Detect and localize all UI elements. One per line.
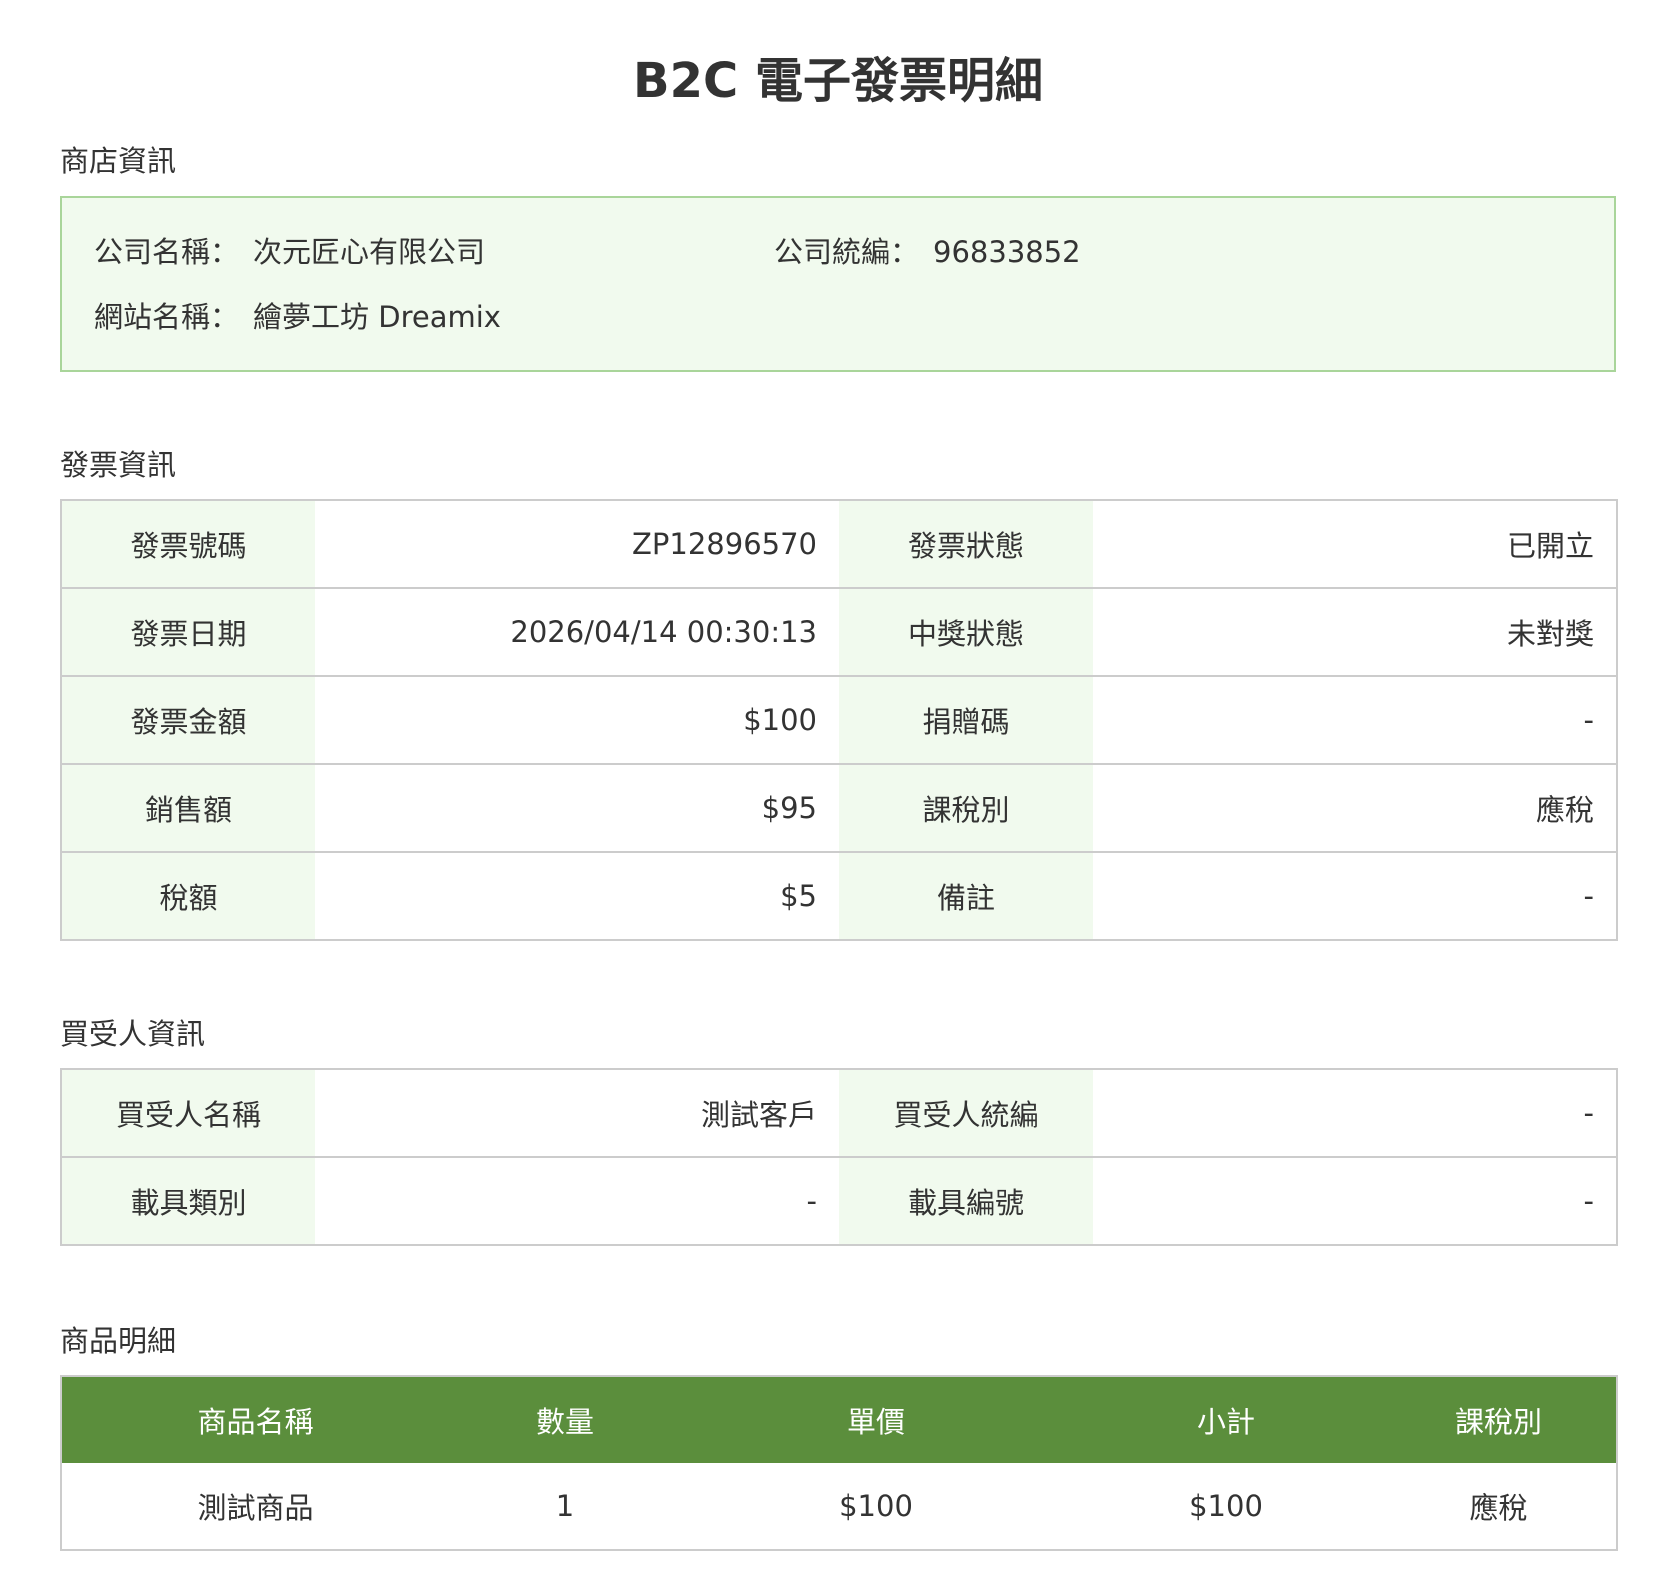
carrier-number-label: 載具編號 — [839, 1157, 1093, 1245]
table-row: 載具類別 - 載具編號 - — [61, 1157, 1617, 1245]
carrier-number-value: - — [1093, 1157, 1617, 1245]
site-name-value: 繪夢工坊 Dreamix — [253, 300, 501, 334]
invoice-number-value: ZP12896570 — [315, 500, 839, 589]
buyer-info-table: 買受人名稱 測試客戶 買受人統編 - 載具類別 - 載具編號 - — [60, 1068, 1618, 1246]
buyer-tax-id-value: - — [1093, 1069, 1617, 1158]
store-section-title: 商店資訊 — [60, 144, 177, 178]
company-name-value: 次元匠心有限公司 — [253, 235, 486, 269]
tax-type-label: 課稅別 — [839, 764, 1093, 853]
company-name-label: 公司名稱： — [94, 235, 240, 269]
buyer-name-label: 買受人名稱 — [61, 1069, 315, 1158]
invoice-date-label: 發票日期 — [61, 588, 315, 677]
invoice-section-title: 發票資訊 — [60, 448, 177, 482]
table-row: 測試商品 1 $100 $100 應稅 — [61, 1463, 1617, 1550]
table-row: 買受人名稱 測試客戶 買受人統編 - — [61, 1069, 1617, 1158]
table-header-row: 商品名稱 數量 單價 小計 課稅別 — [61, 1376, 1617, 1463]
prize-status-label: 中獎狀態 — [839, 588, 1093, 677]
tax-type-value: 應稅 — [1093, 764, 1617, 853]
item-product-name: 測試商品 — [61, 1463, 449, 1550]
items-section-title: 商品明細 — [60, 1324, 177, 1358]
invoice-date-value: 2026/04/14 00:30:13 — [315, 588, 839, 677]
invoice-page: B2C 電子發票明細 商店資訊 公司名稱： 次元匠心有限公司 公司統編： 96833… — [60, 0, 1618, 1551]
column-header-product-name: 商品名稱 — [61, 1376, 449, 1463]
sales-amount-label: 銷售額 — [61, 764, 315, 853]
sales-amount-value: $95 — [315, 764, 839, 853]
invoice-status-label: 發票狀態 — [839, 500, 1093, 589]
tax-amount-value: $5 — [315, 852, 839, 940]
store-info-box: 公司名稱： 次元匠心有限公司 公司統編： 96833852 網站名稱： 繪夢工坊 Dr… — [60, 196, 1616, 372]
site-name-field: 網站名稱： 繪夢工坊 Dreamix — [94, 297, 501, 337]
prize-status-value: 未對獎 — [1093, 588, 1617, 677]
remark-label: 備註 — [839, 852, 1093, 940]
invoice-info-table: 發票號碼 ZP12896570 發票狀態 已開立 發票日期 2026/04/14… — [60, 499, 1618, 941]
donation-code-label: 捐贈碼 — [839, 676, 1093, 765]
column-header-subtotal: 小計 — [1071, 1376, 1381, 1463]
buyer-tax-id-label: 買受人統編 — [839, 1069, 1093, 1158]
site-name-label: 網站名稱： — [94, 300, 240, 334]
column-header-tax-type: 課稅別 — [1381, 1376, 1617, 1463]
company-tax-id-field: 公司統編： 96833852 — [774, 232, 1081, 272]
item-quantity: 1 — [449, 1463, 681, 1550]
buyer-name-value: 測試客戶 — [315, 1069, 839, 1158]
buyer-section-title: 買受人資訊 — [60, 1017, 206, 1051]
table-row: 發票號碼 ZP12896570 發票狀態 已開立 — [61, 500, 1617, 589]
column-header-quantity: 數量 — [449, 1376, 681, 1463]
company-tax-id-value: 96833852 — [933, 235, 1081, 269]
company-name-field: 公司名稱： 次元匠心有限公司 — [94, 232, 485, 272]
company-tax-id-label: 公司統編： — [774, 235, 920, 269]
carrier-type-label: 載具類別 — [61, 1157, 315, 1245]
tax-amount-label: 稅額 — [61, 852, 315, 940]
table-row: 發票金額 $100 捐贈碼 - — [61, 676, 1617, 765]
items-table: 商品名稱 數量 單價 小計 課稅別 測試商品 1 $100 $100 應稅 — [60, 1375, 1618, 1551]
page-title: B2C 電子發票明細 — [633, 53, 1043, 109]
remark-value: - — [1093, 852, 1617, 940]
invoice-number-label: 發票號碼 — [61, 500, 315, 589]
item-tax-type: 應稅 — [1381, 1463, 1617, 1550]
invoice-amount-label: 發票金額 — [61, 676, 315, 765]
invoice-status-value: 已開立 — [1093, 500, 1617, 589]
invoice-amount-value: $100 — [315, 676, 839, 765]
table-row: 發票日期 2026/04/14 00:30:13 中獎狀態 未對獎 — [61, 588, 1617, 677]
table-row: 稅額 $5 備註 - — [61, 852, 1617, 940]
table-row: 銷售額 $95 課稅別 應稅 — [61, 764, 1617, 853]
item-subtotal: $100 — [1071, 1463, 1381, 1550]
carrier-type-value: - — [315, 1157, 839, 1245]
item-unit-price: $100 — [681, 1463, 1071, 1550]
column-header-unit-price: 單價 — [681, 1376, 1071, 1463]
donation-code-value: - — [1093, 676, 1617, 765]
